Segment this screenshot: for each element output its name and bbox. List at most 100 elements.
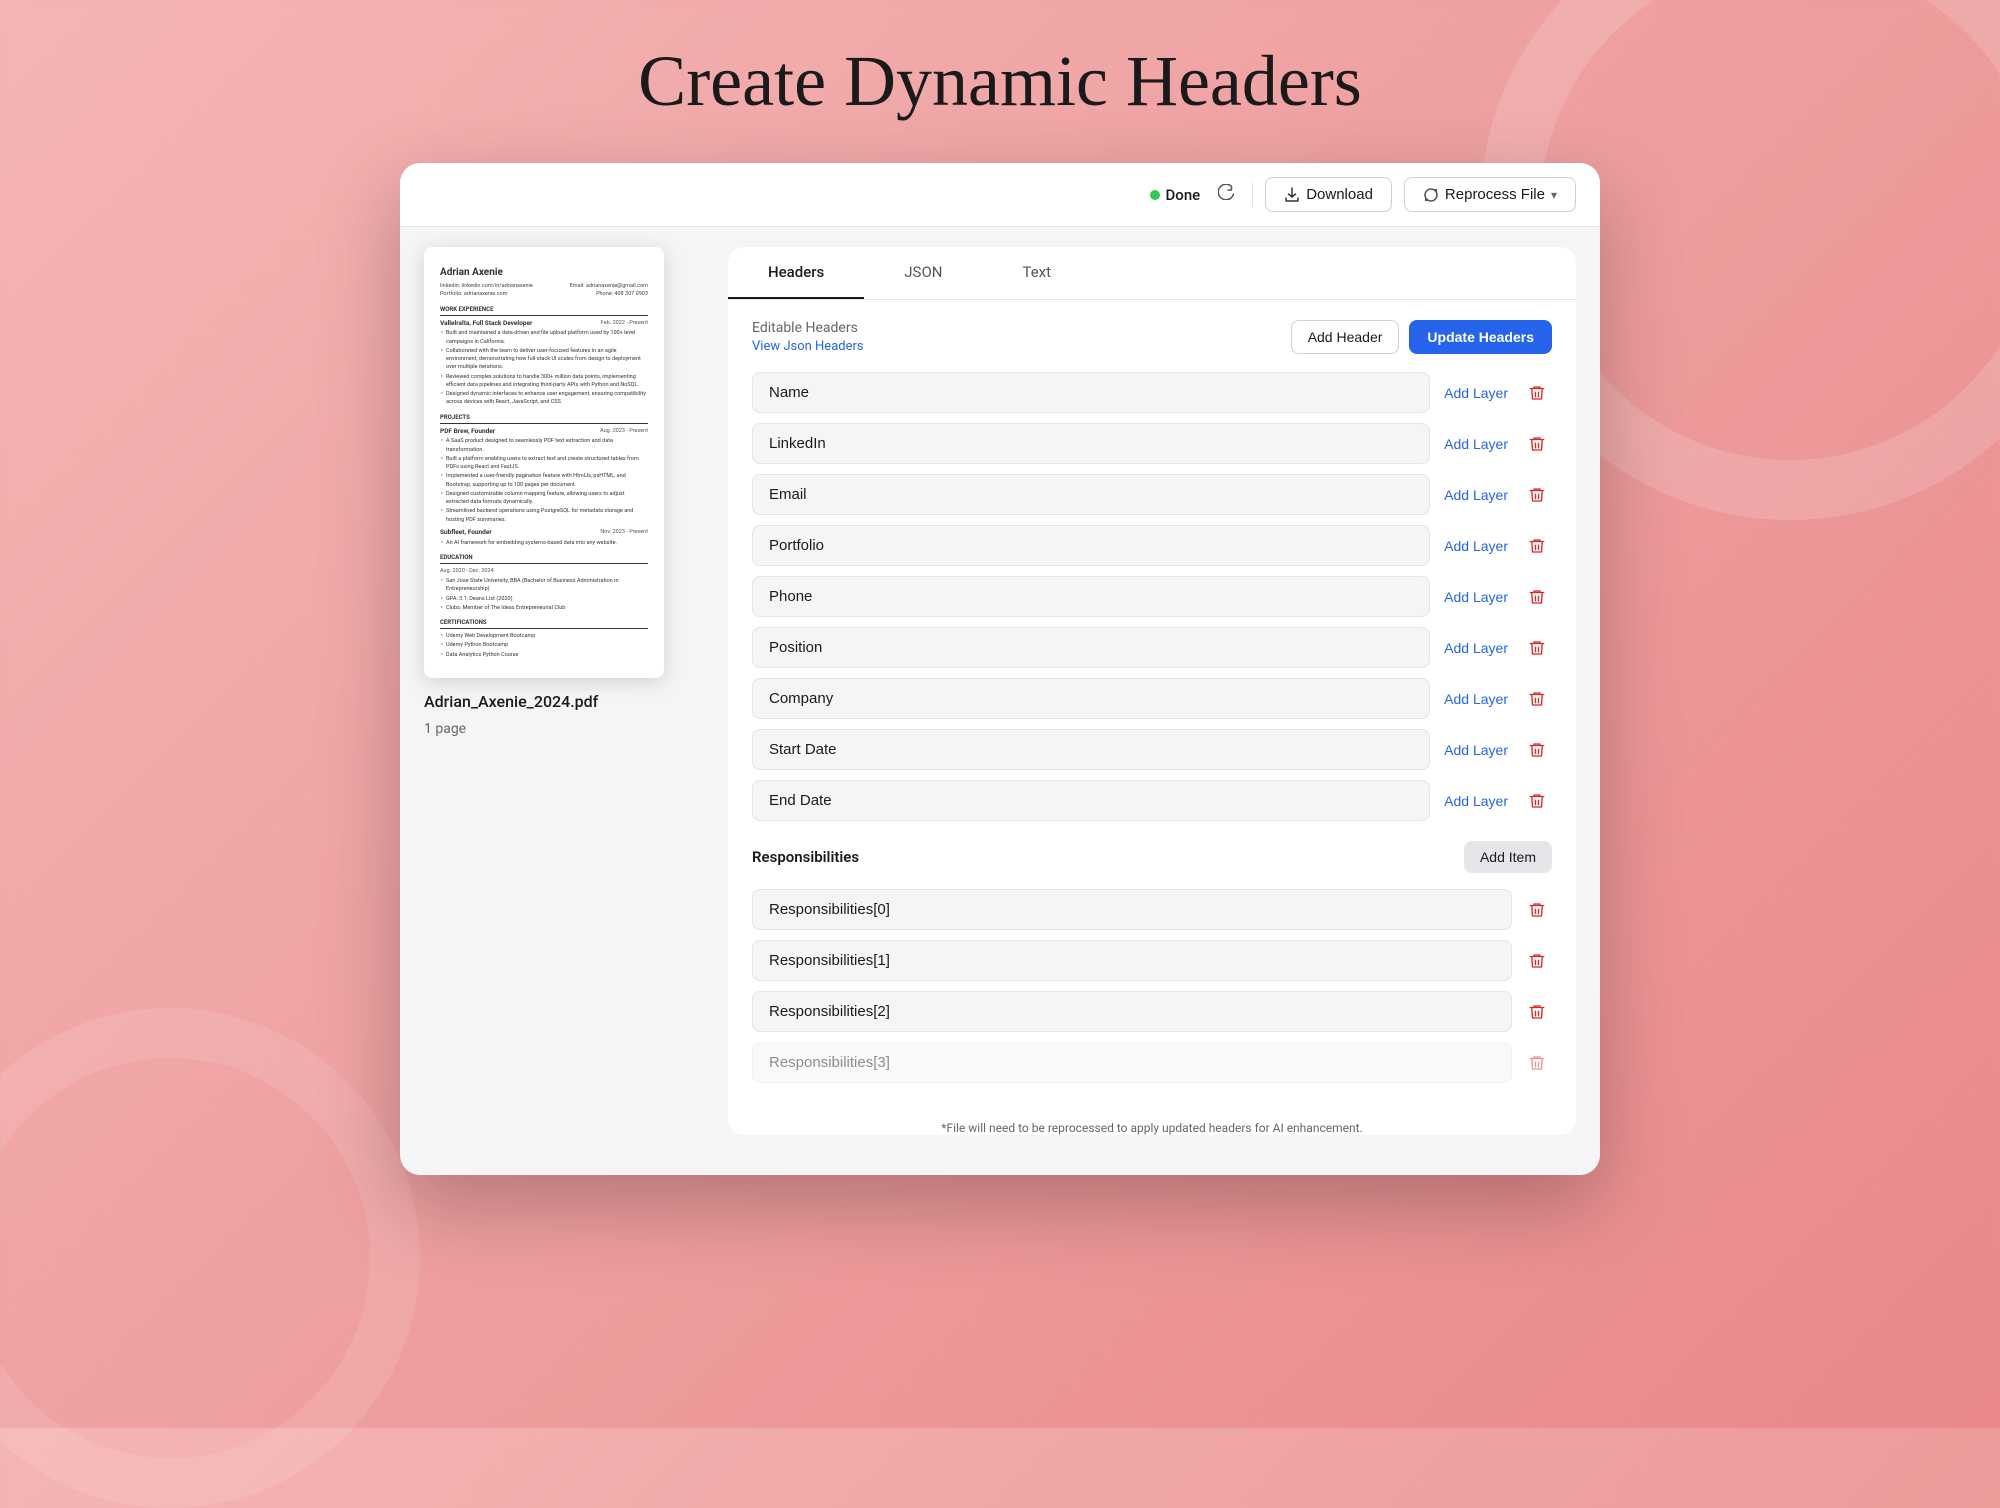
pdf-cert-2: Udemy Python Bootcamp xyxy=(446,641,648,649)
delete-button-start-date[interactable] xyxy=(1522,735,1552,765)
header-input-phone[interactable] xyxy=(752,576,1430,617)
header-input-start-date[interactable] xyxy=(752,729,1430,770)
toolbar: Done Download Reprocess File ▾ xyxy=(400,163,1600,227)
tab-headers[interactable]: Headers xyxy=(728,247,864,299)
header-input-linkedin[interactable] xyxy=(752,423,1430,464)
pdf-bullet-1: Built and maintained a data-driven and f… xyxy=(446,329,648,346)
responsibilities-input-0[interactable] xyxy=(752,889,1512,930)
add-header-button[interactable]: Add Header xyxy=(1291,320,1400,354)
pdf-section-education: EDUCATION xyxy=(440,553,648,564)
responsibilities-section: Responsibilities Add Item xyxy=(752,831,1552,881)
header-input-position[interactable] xyxy=(752,627,1430,668)
header-buttons: Add Header Update Headers xyxy=(1291,320,1552,354)
pdf-section-certs: CERTIFICATIONS xyxy=(440,618,648,629)
delete-button-linkedin[interactable] xyxy=(1522,429,1552,459)
header-input-end-date[interactable] xyxy=(752,780,1430,821)
pdf-filename: Adrian_Axenie_2024.pdf xyxy=(424,692,598,711)
pdf-edu-club: Clubs: Member of The Ideas Entrepreneuri… xyxy=(446,604,648,612)
add-item-button[interactable]: Add Item xyxy=(1464,841,1552,873)
status-dot xyxy=(1150,190,1160,200)
pdf-proj2-date: Nov. 2023 - Present xyxy=(600,528,648,537)
header-input-email[interactable] xyxy=(752,474,1430,515)
delete-button-position[interactable] xyxy=(1522,633,1552,663)
pdf-section-work: WORK EXPERIENCE xyxy=(440,305,648,316)
refresh-icon xyxy=(1218,184,1234,200)
add-layer-button-email[interactable]: Add Layer xyxy=(1440,479,1512,511)
delete-responsibilities-2[interactable] xyxy=(1522,997,1552,1027)
add-layer-button-company[interactable]: Add Layer xyxy=(1440,683,1512,715)
pdf-bullet-4: Designed dynamic interfaces to enhance u… xyxy=(446,390,648,407)
tab-json[interactable]: JSON xyxy=(864,247,982,299)
add-layer-button-start-date[interactable]: Add Layer xyxy=(1440,734,1512,766)
header-input-portfolio[interactable] xyxy=(752,525,1430,566)
download-icon xyxy=(1284,187,1300,203)
responsibilities-input-3[interactable] xyxy=(752,1042,1512,1083)
trash-icon xyxy=(1528,741,1546,759)
trash-icon xyxy=(1528,1054,1546,1072)
header-row-start-date: Add Layer xyxy=(752,729,1552,770)
add-layer-button-linkedin[interactable]: Add Layer xyxy=(1440,428,1512,460)
header-input-company[interactable] xyxy=(752,678,1430,719)
delete-responsibilities-3[interactable] xyxy=(1522,1048,1552,1078)
pdf-proj-bullet-5: Streamlined backend operations using Pos… xyxy=(446,507,648,524)
add-layer-button-portfolio[interactable]: Add Layer xyxy=(1440,530,1512,562)
trash-icon xyxy=(1528,639,1546,657)
delete-button-end-date[interactable] xyxy=(1522,786,1552,816)
pdf-edu-gpa: GPA: 3.1; Deans List (2020) xyxy=(446,595,648,603)
trash-icon xyxy=(1528,537,1546,555)
pdf-proj-bullet-1: A SaaS product designed to seamlessly PD… xyxy=(446,437,648,454)
status-indicator: Done xyxy=(1150,186,1201,204)
reprocess-label: Reprocess File xyxy=(1445,186,1545,203)
delete-button-company[interactable] xyxy=(1522,684,1552,714)
download-button[interactable]: Download xyxy=(1265,177,1392,212)
view-json-link[interactable]: View Json Headers xyxy=(752,339,864,354)
add-layer-button-phone[interactable]: Add Layer xyxy=(1440,581,1512,613)
responsibilities-input-1[interactable] xyxy=(752,940,1512,981)
add-layer-button-end-date[interactable]: Add Layer xyxy=(1440,785,1512,817)
pdf-proj-bullet-2: Built a platform enabling users to extra… xyxy=(446,455,648,472)
delete-button-portfolio[interactable] xyxy=(1522,531,1552,561)
header-row-end-date: Add Layer xyxy=(752,780,1552,821)
header-row-position: Add Layer xyxy=(752,627,1552,668)
pdf-person-name: Adrian Axenie xyxy=(440,265,648,280)
responsibilities-label: Responsibilities xyxy=(752,848,859,866)
trash-icon xyxy=(1528,690,1546,708)
headers-content: Editable Headers View Json Headers Add H… xyxy=(728,300,1576,1113)
add-layer-button-name[interactable]: Add Layer xyxy=(1440,377,1512,409)
delete-responsibilities-1[interactable] xyxy=(1522,946,1552,976)
pdf-panel: Adrian Axenie linkedin: linkedin.com/in/… xyxy=(424,247,704,1135)
status-text: Done xyxy=(1166,186,1201,204)
header-row-linkedin: Add Layer xyxy=(752,423,1552,464)
delete-button-name[interactable] xyxy=(1522,378,1552,408)
header-row-phone: Add Layer xyxy=(752,576,1552,617)
header-fields-list: Add Layer Add Layer xyxy=(752,372,1552,821)
reprocess-button[interactable]: Reprocess File ▾ xyxy=(1404,177,1576,212)
editable-headers-row: Editable Headers View Json Headers Add H… xyxy=(752,320,1552,354)
trash-icon xyxy=(1528,1003,1546,1021)
page-title: Create Dynamic Headers xyxy=(638,40,1362,123)
pdf-preview: Adrian Axenie linkedin: linkedin.com/in/… xyxy=(424,247,664,678)
pdf-cert-3: Data Analytics Python Course xyxy=(446,651,648,659)
tab-text[interactable]: Text xyxy=(982,247,1091,299)
delete-button-email[interactable] xyxy=(1522,480,1552,510)
delete-button-phone[interactable] xyxy=(1522,582,1552,612)
trash-icon xyxy=(1528,384,1546,402)
reprocess-icon xyxy=(1423,187,1439,203)
delete-responsibilities-0[interactable] xyxy=(1522,895,1552,925)
refresh-button[interactable] xyxy=(1212,180,1240,209)
header-input-name[interactable] xyxy=(752,372,1430,413)
editable-headers-info: Editable Headers View Json Headers xyxy=(752,320,864,354)
trash-icon xyxy=(1528,588,1546,606)
pdf-edu-text: San Jose State University, BBA (Bachelor… xyxy=(446,577,648,594)
tabs-bar: Headers JSON Text xyxy=(728,247,1576,300)
right-panel: Headers JSON Text Editable Headers View … xyxy=(728,247,1576,1135)
pdf-date-range: Feb. 2022 - Present xyxy=(601,319,648,328)
trash-icon xyxy=(1528,952,1546,970)
download-label: Download xyxy=(1306,186,1373,203)
responsibilities-input-2[interactable] xyxy=(752,991,1512,1032)
toolbar-separator xyxy=(1252,183,1253,207)
update-headers-button[interactable]: Update Headers xyxy=(1409,320,1552,354)
editable-headers-label: Editable Headers xyxy=(752,320,864,336)
responsibilities-row-0 xyxy=(752,889,1552,930)
add-layer-button-position[interactable]: Add Layer xyxy=(1440,632,1512,664)
